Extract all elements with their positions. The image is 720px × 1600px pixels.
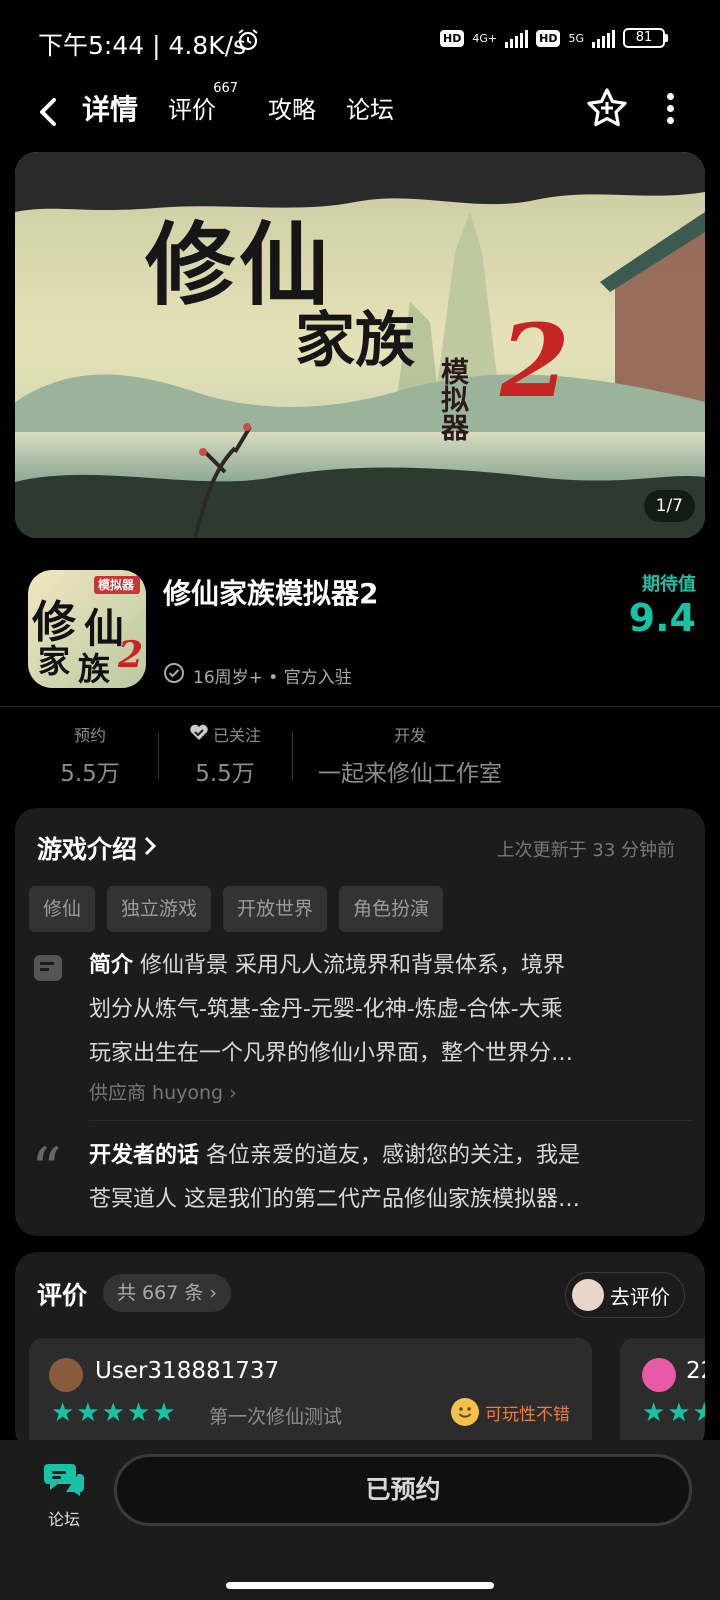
back-arrow-icon[interactable] <box>30 92 70 132</box>
reviews-title: 评价 <box>37 1281 88 1310</box>
review-username: User318881737 <box>95 1358 280 1384</box>
intro-heading[interactable]: 游戏介绍 <box>37 830 159 866</box>
game-info: 模拟器 修 仙 家 族 2 修仙家族模拟器2 16周岁+ • 官方入驻 期待值 … <box>0 560 720 700</box>
banner-number: 2 <box>500 302 570 420</box>
check-circle-icon <box>163 662 185 689</box>
write-review-button[interactable]: 去评价 <box>565 1272 685 1318</box>
game-app-icon: 模拟器 修 仙 家 族 2 <box>28 570 146 688</box>
tab-guides[interactable]: 攻略 <box>268 90 316 130</box>
stat-developer[interactable]: 开发 一起来修仙工作室 <box>305 722 515 788</box>
tag-item[interactable]: 独立游戏 <box>107 886 212 932</box>
forum-button[interactable]: 论坛 <box>36 1460 92 1530</box>
home-indicator[interactable] <box>226 1582 494 1589</box>
more-options-icon[interactable] <box>650 88 690 128</box>
battery-level: 81 <box>623 28 665 48</box>
tab-reviews[interactable]: 评价 667 <box>168 82 238 130</box>
bottom-action-bar: 论坛 已预约 <box>0 1440 720 1600</box>
review-card-item[interactable]: 22 ★★★ <box>620 1338 705 1452</box>
document-icon <box>33 954 63 982</box>
reserved-button[interactable]: 已预约 <box>114 1454 692 1526</box>
game-description[interactable]: 简介 修仙背景 采用凡人流境界和背景体系，境界 划分从炼气-筑基-金丹-元婴-化… <box>89 944 679 1076</box>
banner-title: 修仙 家族 <box>145 212 415 376</box>
hd-badge: HD <box>440 29 465 47</box>
reviews-count-button[interactable]: 共 667 条 › <box>103 1274 231 1312</box>
review-text: 第一次修仙测试 <box>209 1406 343 1428</box>
stat-reservations: 预约 5.5万 <box>60 726 120 787</box>
network-type: 4G+ <box>472 31 498 45</box>
developer-words[interactable]: 开发者的话 各位亲爱的道友，感谢您的关注，我是 苍冥道人 这是我们的第二代产品修… <box>89 1134 679 1222</box>
avatar <box>642 1358 676 1392</box>
banner-subtitle: 模拟器 <box>437 357 470 441</box>
favorite-star-icon[interactable] <box>585 86 629 130</box>
expectation-score: 期待值 9.4 <box>628 574 696 640</box>
signal-icon <box>505 28 529 48</box>
banner-pager: 1/7 <box>643 490 695 522</box>
tag-item[interactable]: 修仙 <box>29 886 96 932</box>
network-type-2: 5G <box>568 31 584 45</box>
review-count-badge: 667 <box>213 81 239 96</box>
status-time: 下午5:44 | 4.8K/s <box>38 31 247 60</box>
last-updated: 上次更新于 33 分钟前 <box>496 840 675 861</box>
tag-list: 修仙 独立游戏 开放世界 角色扮演 <box>29 886 444 932</box>
review-tag: 可玩性不错 <box>451 1398 570 1426</box>
stats-row: 预约 5.5万 已关注 5.5万 开发 一起来修仙工作室 <box>0 722 720 792</box>
review-card-item[interactable]: User318881737 ★★★★★ 第一次修仙测试 可玩性不错 <box>29 1338 592 1452</box>
reviews-section: 评价 共 667 条 › 去评价 User318881737 ★★★★★ 第一次… <box>15 1252 705 1452</box>
status-bar: 下午5:44 | 4.8K/s HD 4G+ HD 5G 81 <box>0 0 720 80</box>
tab-bar: 详情 评价 667 攻略 论坛 <box>79 82 424 130</box>
tab-forum[interactable]: 论坛 <box>346 90 394 130</box>
divider <box>89 1120 691 1121</box>
star-rating: ★★★ <box>642 1398 705 1428</box>
battery-icon: 81 <box>623 28 668 48</box>
signal-icon-2 <box>592 28 615 48</box>
hd-badge-2: HD <box>536 29 561 47</box>
top-nav: 详情 评价 667 攻略 论坛 <box>0 80 720 150</box>
smile-icon <box>451 1398 479 1426</box>
age-rating: 16周岁+ • 官方入驻 <box>163 662 352 689</box>
tab-details[interactable]: 详情 <box>79 90 141 130</box>
heart-check-icon <box>189 723 209 745</box>
stat-followers[interactable]: 已关注 5.5万 <box>175 722 275 788</box>
supplier-link[interactable]: 供应商 huyong › <box>89 1078 237 1105</box>
game-banner[interactable]: 修仙 家族 模拟器 2 1/7 <box>15 152 705 538</box>
divider <box>0 706 720 707</box>
quote-icon: “ <box>31 1135 62 1205</box>
tag-item[interactable]: 角色扮演 <box>339 886 444 932</box>
chevron-right-icon <box>141 834 159 863</box>
review-username: 22 <box>686 1358 705 1384</box>
chat-bubble-icon <box>44 1464 84 1500</box>
game-intro-card: 游戏介绍 上次更新于 33 分钟前 修仙 独立游戏 开放世界 角色扮演 简介 修… <box>15 808 705 1236</box>
tag-item[interactable]: 开放世界 <box>223 886 328 932</box>
avatar <box>49 1358 83 1392</box>
avatar <box>572 1279 604 1311</box>
star-rating: ★★★★★ <box>51 1398 178 1428</box>
game-title: 修仙家族模拟器2 <box>163 577 379 610</box>
alarm-icon <box>236 28 260 52</box>
